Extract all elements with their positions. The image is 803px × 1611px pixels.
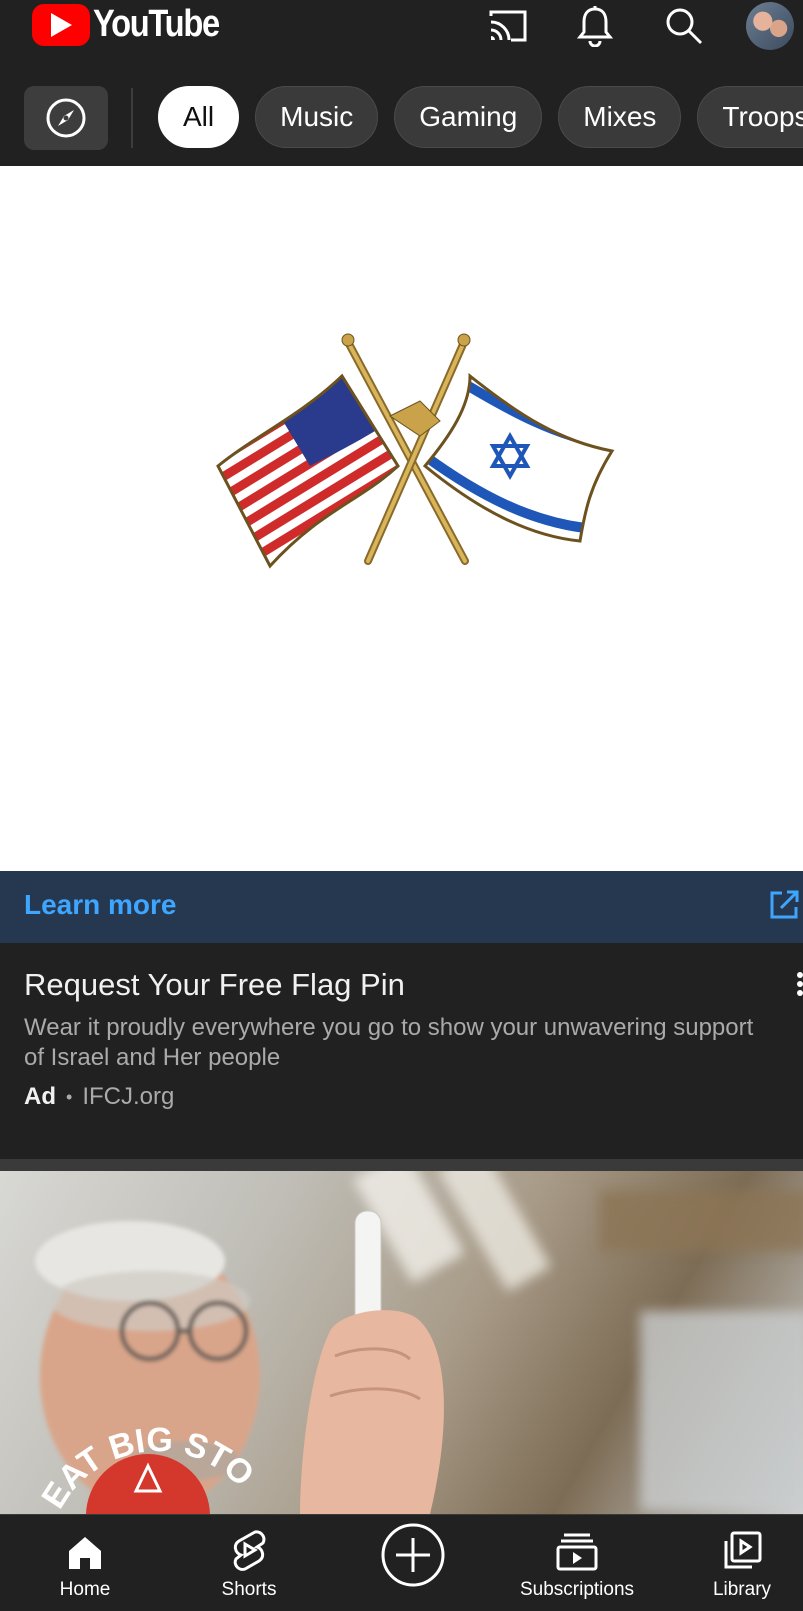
home-icon: [67, 1515, 103, 1571]
subscriptions-icon: [556, 1515, 598, 1571]
search-icon[interactable]: [662, 4, 706, 48]
chip-divider: [131, 88, 133, 148]
nav-subscriptions[interactable]: Subscriptions: [512, 1515, 642, 1611]
library-icon: [722, 1515, 762, 1571]
account-avatar[interactable]: [746, 2, 794, 50]
shorts-icon: [231, 1515, 267, 1571]
more-options-icon[interactable]: [796, 971, 803, 1004]
nav-shorts-label: Shorts: [221, 1579, 277, 1600]
meta-separator: •: [66, 1086, 73, 1107]
ad-advertiser: IFCJ.org: [82, 1083, 175, 1110]
notifications-bell-icon[interactable]: [573, 4, 617, 48]
external-link-icon[interactable]: [768, 889, 800, 926]
youtube-play-icon: [32, 3, 90, 46]
chip-gaming[interactable]: Gaming: [394, 86, 543, 148]
compass-icon: [46, 98, 86, 138]
ad-details[interactable]: Request Your Free Flag Pin Wear it proud…: [0, 943, 803, 1159]
nav-subscriptions-label: Subscriptions: [519, 1579, 635, 1600]
ad-image[interactable]: [0, 166, 803, 871]
feed-separator: [0, 1159, 803, 1171]
ad-badge: Ad: [24, 1083, 56, 1110]
logo-text: YouTube: [93, 3, 220, 45]
nav-home-label: Home: [59, 1579, 111, 1600]
ad-title: Request Your Free Flag Pin: [24, 967, 405, 1002]
filter-chips-bar: All Music Gaming Mixes Troops: [0, 86, 803, 152]
create-icon: [380, 1515, 446, 1595]
top-app-bar: YouTube All Music Gaming Mixes Troops: [0, 0, 803, 166]
chip-music[interactable]: Music: [255, 86, 379, 148]
flag-pin-image: [216, 333, 615, 569]
nav-shorts[interactable]: Shorts: [209, 1515, 289, 1611]
chip-all[interactable]: All: [158, 86, 240, 148]
ad-meta: Ad • IFCJ.org: [24, 1083, 174, 1111]
youtube-logo[interactable]: YouTube: [32, 3, 239, 46]
nav-home[interactable]: Home: [45, 1515, 125, 1611]
bottom-navigation: Home Shorts Subscriptions Library: [0, 1514, 803, 1611]
nav-library[interactable]: Library: [702, 1515, 782, 1611]
ad-description: Wear it proudly everywhere you go to sho…: [24, 1014, 754, 1071]
learn-more-link[interactable]: Learn more: [24, 889, 177, 921]
nav-create[interactable]: [380, 1515, 446, 1611]
explore-button[interactable]: [24, 86, 108, 150]
chip-mixes[interactable]: Mixes: [558, 86, 682, 148]
video-thumbnail[interactable]: EAT BIG STO: [0, 1171, 803, 1514]
nav-library-label: Library: [712, 1579, 772, 1600]
cast-icon[interactable]: [486, 4, 530, 48]
thumbnail-scene: EAT BIG STO: [34, 1171, 803, 1514]
learn-more-bar[interactable]: Learn more: [0, 871, 803, 943]
chip-troops[interactable]: Troops: [697, 86, 803, 148]
